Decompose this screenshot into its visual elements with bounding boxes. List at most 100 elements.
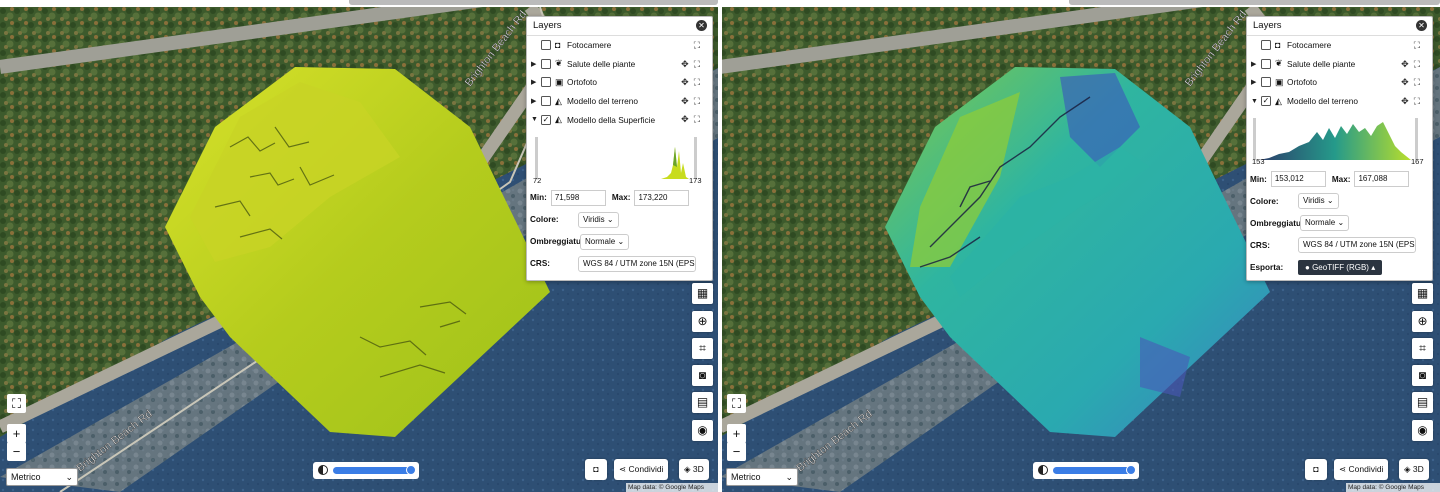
layer-checkbox[interactable] <box>1261 40 1271 51</box>
layer-checkbox[interactable]: ✓ <box>1261 96 1271 107</box>
layer-row-plant-health[interactable]: ▶ ❦ Salute delle piante ✥⛶ <box>1247 55 1432 74</box>
layer-label: Ortofoto <box>1287 77 1317 88</box>
layer-row-plant-health[interactable]: ▶ ❦ Salute delle piante ✥⛶ <box>527 55 712 74</box>
export-button[interactable]: ● GeoTIFF (RGB) ▴ <box>1298 259 1383 275</box>
share-button[interactable]: ⋖ Condividi <box>614 459 669 480</box>
3d-button[interactable]: ◈ 3D <box>679 459 709 480</box>
expand-caret[interactable]: ▼ <box>531 116 541 123</box>
move-fullscreen-icons[interactable]: ✥⛶ <box>681 77 705 88</box>
terrain-icon: ◭ <box>1275 95 1282 106</box>
fullscreen-icon[interactable]: ⛶ <box>727 394 746 413</box>
book-icon[interactable]: ▤ <box>692 392 713 413</box>
slider-handle[interactable] <box>406 465 416 475</box>
slider-track[interactable] <box>1053 465 1136 475</box>
histogram[interactable]: 72 173 <box>531 129 708 187</box>
opacity-slider[interactable] <box>313 462 419 479</box>
layers-title: Layers <box>533 20 562 31</box>
layer-checkbox[interactable] <box>541 77 551 88</box>
shading-row: Ombreggiatu Normale ⌄ <box>527 231 712 253</box>
max-input[interactable]: 173,220 <box>634 189 690 206</box>
min-input[interactable]: 153,012 <box>1270 171 1326 188</box>
layer-checkbox[interactable]: ✓ <box>541 114 551 125</box>
units-select[interactable]: Metrico ⌄ <box>726 468 798 486</box>
histogram-min-handle[interactable] <box>1253 118 1256 161</box>
move-fullscreen-icons[interactable]: ✥⛶ <box>1401 59 1425 70</box>
expand-caret[interactable]: ▶ <box>531 78 541 86</box>
camera-frame-icon[interactable]: ◙ <box>1412 365 1433 386</box>
move-fullscreen-icons[interactable]: ✥⛶ <box>681 59 705 70</box>
layer-label: Salute delle piante <box>1287 58 1356 69</box>
add-icon[interactable]: ⊕ <box>692 311 713 332</box>
eye-icon[interactable]: ◉ <box>692 420 713 441</box>
layers-panel: Layers ✕ ◘ Fotocamere ⛶ ▶ ❦ Salute delle… <box>1246 16 1433 281</box>
zoom-in-button[interactable]: + <box>727 424 746 443</box>
expand-caret[interactable]: ▶ <box>531 97 541 105</box>
layer-checkbox[interactable] <box>541 58 551 69</box>
crs-select[interactable]: WGS 84 / UTM zone 15N (EPS ⌄ <box>578 255 696 272</box>
move-fullscreen-icons[interactable]: ✥⛶ <box>681 114 705 125</box>
close-icon[interactable]: ✕ <box>696 20 707 31</box>
layer-checkbox[interactable] <box>541 96 551 107</box>
histogram-min-handle[interactable] <box>535 136 538 179</box>
layer-row-cameras[interactable]: ◘ Fotocamere ⛶ <box>527 36 712 55</box>
shading-select[interactable]: Normale ⌄ <box>580 233 630 250</box>
add-icon[interactable]: ⊕ <box>1412 311 1433 332</box>
shading-label: Ombreggiatu <box>530 237 581 247</box>
units-select[interactable]: Metrico ⌄ <box>6 468 78 486</box>
shading-select-value: Normale <box>585 236 616 246</box>
layer-row-orthophoto[interactable]: ▶ ▣ Ortofoto ✥⛶ <box>1247 73 1432 92</box>
crop-icon[interactable]: ⌗ <box>692 338 713 359</box>
crs-select-value: WGS 84 / UTM zone 15N (EPS <box>583 258 695 268</box>
pane-divider[interactable] <box>718 0 722 492</box>
slider-track[interactable] <box>333 465 416 475</box>
layer-checkbox[interactable] <box>1261 77 1271 88</box>
3d-button[interactable]: ◈ 3D <box>1399 459 1429 480</box>
color-select[interactable]: Viridis ⌄ <box>1298 193 1339 210</box>
book-icon[interactable]: ▤ <box>1412 392 1433 413</box>
expand-caret[interactable]: ▶ <box>1251 78 1261 86</box>
layer-label: Modello del terreno <box>567 96 639 107</box>
expand-caret[interactable]: ▼ <box>1251 98 1261 105</box>
screenshot-button[interactable]: ◘ <box>1305 459 1327 480</box>
layer-checkbox[interactable] <box>541 40 551 51</box>
map-pane-left[interactable]: Brighton Beach Rd Brighton Beach Rd Laye… <box>0 7 720 492</box>
move-fullscreen-icons[interactable]: ✥⛶ <box>681 96 705 107</box>
crs-select[interactable]: WGS 84 / UTM zone 15N (EPS ⌄ <box>1298 237 1416 254</box>
histogram[interactable]: 153 167 <box>1251 110 1428 168</box>
layer-row-cameras[interactable]: ◘ Fotocamere ⛶ <box>1247 36 1432 55</box>
fullscreen-icon[interactable]: ⛶ <box>1414 40 1425 51</box>
zoom-in-button[interactable]: + <box>7 424 26 443</box>
layer-row-surface[interactable]: ▼ ✓ ◭ Modello della Superficie ✥⛶ <box>527 110 712 129</box>
move-fullscreen-icons[interactable]: ✥⛶ <box>1401 96 1425 107</box>
fullscreen-icon[interactable]: ⛶ <box>694 40 705 51</box>
move-fullscreen-icons[interactable]: ✥⛶ <box>1401 77 1425 88</box>
expand-caret[interactable]: ▶ <box>1251 60 1261 68</box>
map-pane-right[interactable]: Brighton Beach Rd Brighton Beach Rd Laye… <box>720 7 1440 492</box>
crs-row: CRS: WGS 84 / UTM zone 15N (EPS ⌄ <box>1247 234 1432 256</box>
layer-checkbox[interactable] <box>1261 58 1271 69</box>
eye-icon[interactable]: ◉ <box>1412 420 1433 441</box>
max-input[interactable]: 167,088 <box>1354 171 1410 188</box>
zoom-out-button[interactable]: − <box>727 442 746 461</box>
camera-frame-icon[interactable]: ◙ <box>692 365 713 386</box>
shading-select[interactable]: Normale ⌄ <box>1300 215 1350 232</box>
crop-icon[interactable]: ⌗ <box>1412 338 1433 359</box>
screenshot-button[interactable]: ◘ <box>585 459 607 480</box>
layer-row-terrain[interactable]: ▼ ✓ ◭ Modello del terreno ✥⛶ <box>1247 92 1432 111</box>
min-input[interactable]: 71,598 <box>550 189 606 206</box>
layer-row-orthophoto[interactable]: ▶ ▣ Ortofoto ✥⛶ <box>527 73 712 92</box>
opacity-slider[interactable] <box>1033 462 1139 479</box>
share-label: Condividi <box>628 464 664 474</box>
expand-caret[interactable]: ▶ <box>531 60 541 68</box>
slider-handle[interactable] <box>1126 465 1136 475</box>
close-icon[interactable]: ✕ <box>1416 20 1427 31</box>
color-select[interactable]: Viridis ⌄ <box>578 211 619 228</box>
grid-icon[interactable]: ▦ <box>1412 283 1433 304</box>
fullscreen-icon[interactable]: ⛶ <box>7 394 26 413</box>
plant-icon: ❦ <box>555 58 563 69</box>
zoom-out-button[interactable]: − <box>7 442 26 461</box>
layer-row-terrain[interactable]: ▶ ◭ Modello del terreno ✥⛶ <box>527 92 712 111</box>
histogram-max-handle[interactable] <box>1415 118 1418 161</box>
share-button[interactable]: ⋖ Condividi <box>1334 459 1389 480</box>
grid-icon[interactable]: ▦ <box>692 283 713 304</box>
